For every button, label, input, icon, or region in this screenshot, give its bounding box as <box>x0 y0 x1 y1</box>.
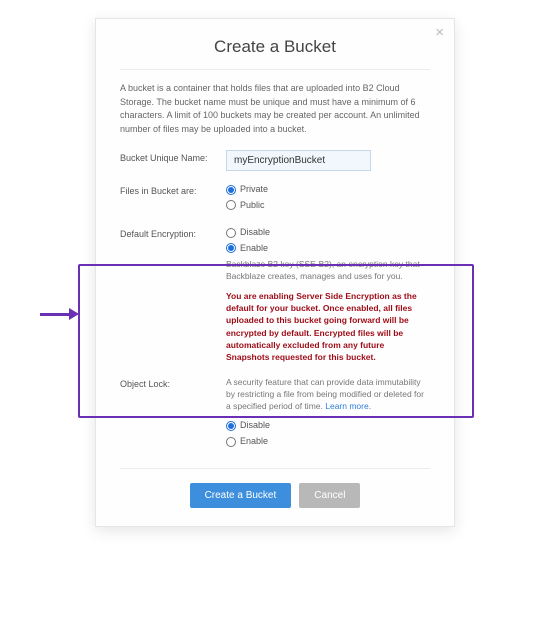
create-bucket-modal: × Create a Bucket A bucket is a containe… <box>95 18 455 527</box>
radio-private[interactable]: Private <box>226 183 430 197</box>
radio-encryption-enable[interactable]: Enable <box>226 242 430 256</box>
radio-lock-disable-input[interactable] <box>226 421 236 431</box>
row-encryption: Default Encryption: Disable Enable Backb… <box>120 226 430 364</box>
radio-encryption-disable-label: Disable <box>240 226 270 240</box>
arrow-line <box>40 313 69 316</box>
actions-divider <box>120 468 430 469</box>
cancel-button[interactable]: Cancel <box>299 483 360 508</box>
row-visibility: Files in Bucket are: Private Public <box>120 183 430 214</box>
radio-public-input[interactable] <box>226 200 236 210</box>
radio-lock-enable[interactable]: Enable <box>226 435 430 449</box>
intro-text: A bucket is a container that holds files… <box>120 82 430 136</box>
bucket-name-input[interactable] <box>226 150 371 171</box>
radio-public-label: Public <box>240 199 265 213</box>
create-bucket-button[interactable]: Create a Bucket <box>190 483 292 508</box>
radio-encryption-disable-input[interactable] <box>226 228 236 238</box>
radio-lock-disable-label: Disable <box>240 419 270 433</box>
radio-encryption-enable-label: Enable <box>240 242 268 256</box>
radio-lock-disable[interactable]: Disable <box>226 419 430 433</box>
object-lock-label: Object Lock: <box>120 376 226 389</box>
divider <box>120 69 430 70</box>
encryption-note: Backblaze B2 key (SSE-B2), an encryption… <box>226 258 430 283</box>
object-lock-note: A security feature that can provide data… <box>226 376 430 413</box>
close-icon[interactable]: × <box>435 25 444 40</box>
row-bucket-name: Bucket Unique Name: <box>120 150 430 171</box>
modal-title: Create a Bucket <box>120 37 430 57</box>
encryption-label: Default Encryption: <box>120 226 226 239</box>
annotation-arrow <box>40 308 79 320</box>
radio-lock-enable-label: Enable <box>240 435 268 449</box>
actions-row: Create a Bucket Cancel <box>120 483 430 508</box>
learn-more-link[interactable]: Learn more. <box>325 401 371 411</box>
radio-private-input[interactable] <box>226 185 236 195</box>
radio-public[interactable]: Public <box>226 199 430 213</box>
radio-private-label: Private <box>240 183 268 197</box>
encryption-warning: You are enabling Server Side Encryption … <box>226 290 430 364</box>
visibility-label: Files in Bucket are: <box>120 183 226 196</box>
arrow-head-icon <box>69 308 79 320</box>
radio-lock-enable-input[interactable] <box>226 437 236 447</box>
row-object-lock: Object Lock: A security feature that can… <box>120 376 430 451</box>
bucket-name-label: Bucket Unique Name: <box>120 150 226 163</box>
radio-encryption-disable[interactable]: Disable <box>226 226 430 240</box>
radio-encryption-enable-input[interactable] <box>226 243 236 253</box>
